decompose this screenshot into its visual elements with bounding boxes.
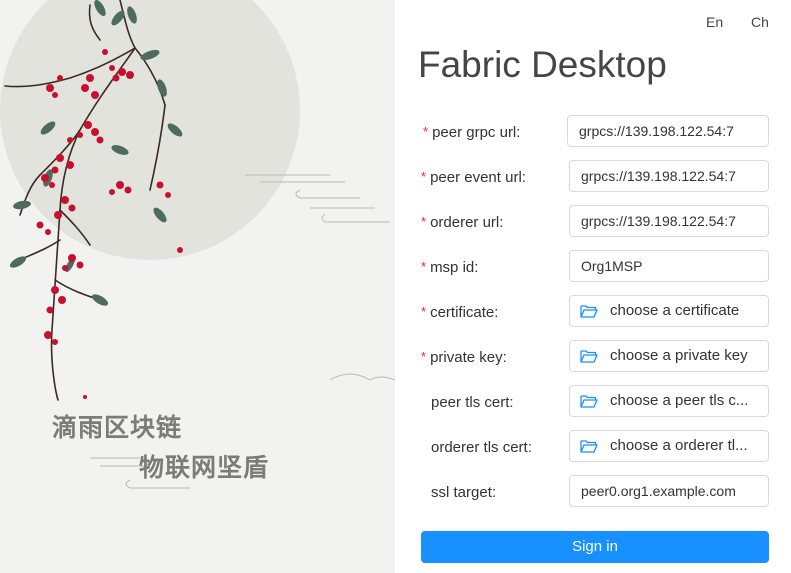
- field-peer-event-url: * peer event url: grpcs://139.198.122.54:…: [395, 160, 791, 196]
- field-msp-id: * msp id: Org1MSP: [395, 250, 791, 286]
- field-orderer-url: * orderer url: grpcs://139.198.122.54:7: [395, 205, 791, 241]
- choose-certificate-button[interactable]: choose a certificate: [569, 295, 769, 327]
- decorative-art-panel: 滴雨区块链 物联网坚盾: [0, 0, 395, 573]
- choose-private-key-label: choose a private key: [610, 347, 748, 364]
- choose-certificate-label: choose a certificate: [610, 302, 740, 319]
- folder-open-icon: [580, 305, 598, 318]
- language-chinese-button[interactable]: Ch: [751, 14, 769, 30]
- orderer-tls-cert-label: orderer tls cert:: [431, 439, 532, 456]
- field-private-key: * private key: choose a private key: [395, 340, 791, 376]
- slogan-line-1: 滴雨区块链: [52, 413, 183, 442]
- folder-open-icon: [580, 350, 598, 363]
- msp-id-label: msp id:: [430, 259, 479, 276]
- required-mark: *: [421, 304, 427, 319]
- choose-peer-tls-cert-button[interactable]: choose a peer tls c...: [569, 385, 769, 417]
- msp-id-input[interactable]: Org1MSP: [569, 250, 769, 282]
- required-mark: *: [421, 349, 427, 364]
- language-english-button[interactable]: En: [706, 14, 723, 30]
- field-certificate: * certificate: choose a certificate: [395, 295, 791, 331]
- peer-grpc-url-label: peer grpc url:: [432, 124, 521, 141]
- folder-open-icon: [580, 395, 598, 408]
- plum-blossom-illustration: [0, 0, 395, 489]
- certificate-label: certificate:: [430, 304, 499, 321]
- private-key-label: private key:: [430, 349, 507, 366]
- field-peer-grpc-url: * peer grpc url: grpcs://139.198.122.54:7: [395, 115, 791, 151]
- page-title: Fabric Desktop: [418, 44, 667, 85]
- slogan-line-2: 物联网坚盾: [139, 453, 270, 482]
- required-mark: *: [421, 169, 427, 184]
- required-mark: *: [421, 214, 427, 229]
- peer-tls-cert-label: peer tls cert:: [431, 394, 514, 411]
- sign-in-button[interactable]: Sign in: [421, 531, 769, 563]
- peer-grpc-url-input[interactable]: grpcs://139.198.122.54:7: [567, 115, 769, 147]
- choose-orderer-tls-cert-button[interactable]: choose a orderer tl...: [569, 430, 769, 462]
- field-ssl-target: ssl target: peer0.org1.example.com: [395, 475, 791, 511]
- field-peer-tls-cert: peer tls cert: choose a peer tls c...: [395, 385, 791, 421]
- orderer-url-input[interactable]: grpcs://139.198.122.54:7: [569, 205, 769, 237]
- required-mark: *: [421, 259, 427, 274]
- choose-private-key-button[interactable]: choose a private key: [569, 340, 769, 372]
- choose-peer-tls-cert-label: choose a peer tls c...: [610, 392, 749, 409]
- peer-event-url-label: peer event url:: [430, 169, 526, 186]
- orderer-url-label: orderer url:: [430, 214, 504, 231]
- peer-event-url-input[interactable]: grpcs://139.198.122.54:7: [569, 160, 769, 192]
- ssl-target-input[interactable]: peer0.org1.example.com: [569, 475, 769, 507]
- field-orderer-tls-cert: orderer tls cert: choose a orderer tl...: [395, 430, 791, 466]
- choose-orderer-tls-cert-label: choose a orderer tl...: [610, 437, 748, 454]
- folder-open-icon: [580, 440, 598, 453]
- ssl-target-label: ssl target:: [431, 484, 497, 501]
- login-panel: En Ch Fabric Desktop * peer grpc url: grp…: [395, 0, 791, 573]
- required-mark: *: [423, 124, 429, 139]
